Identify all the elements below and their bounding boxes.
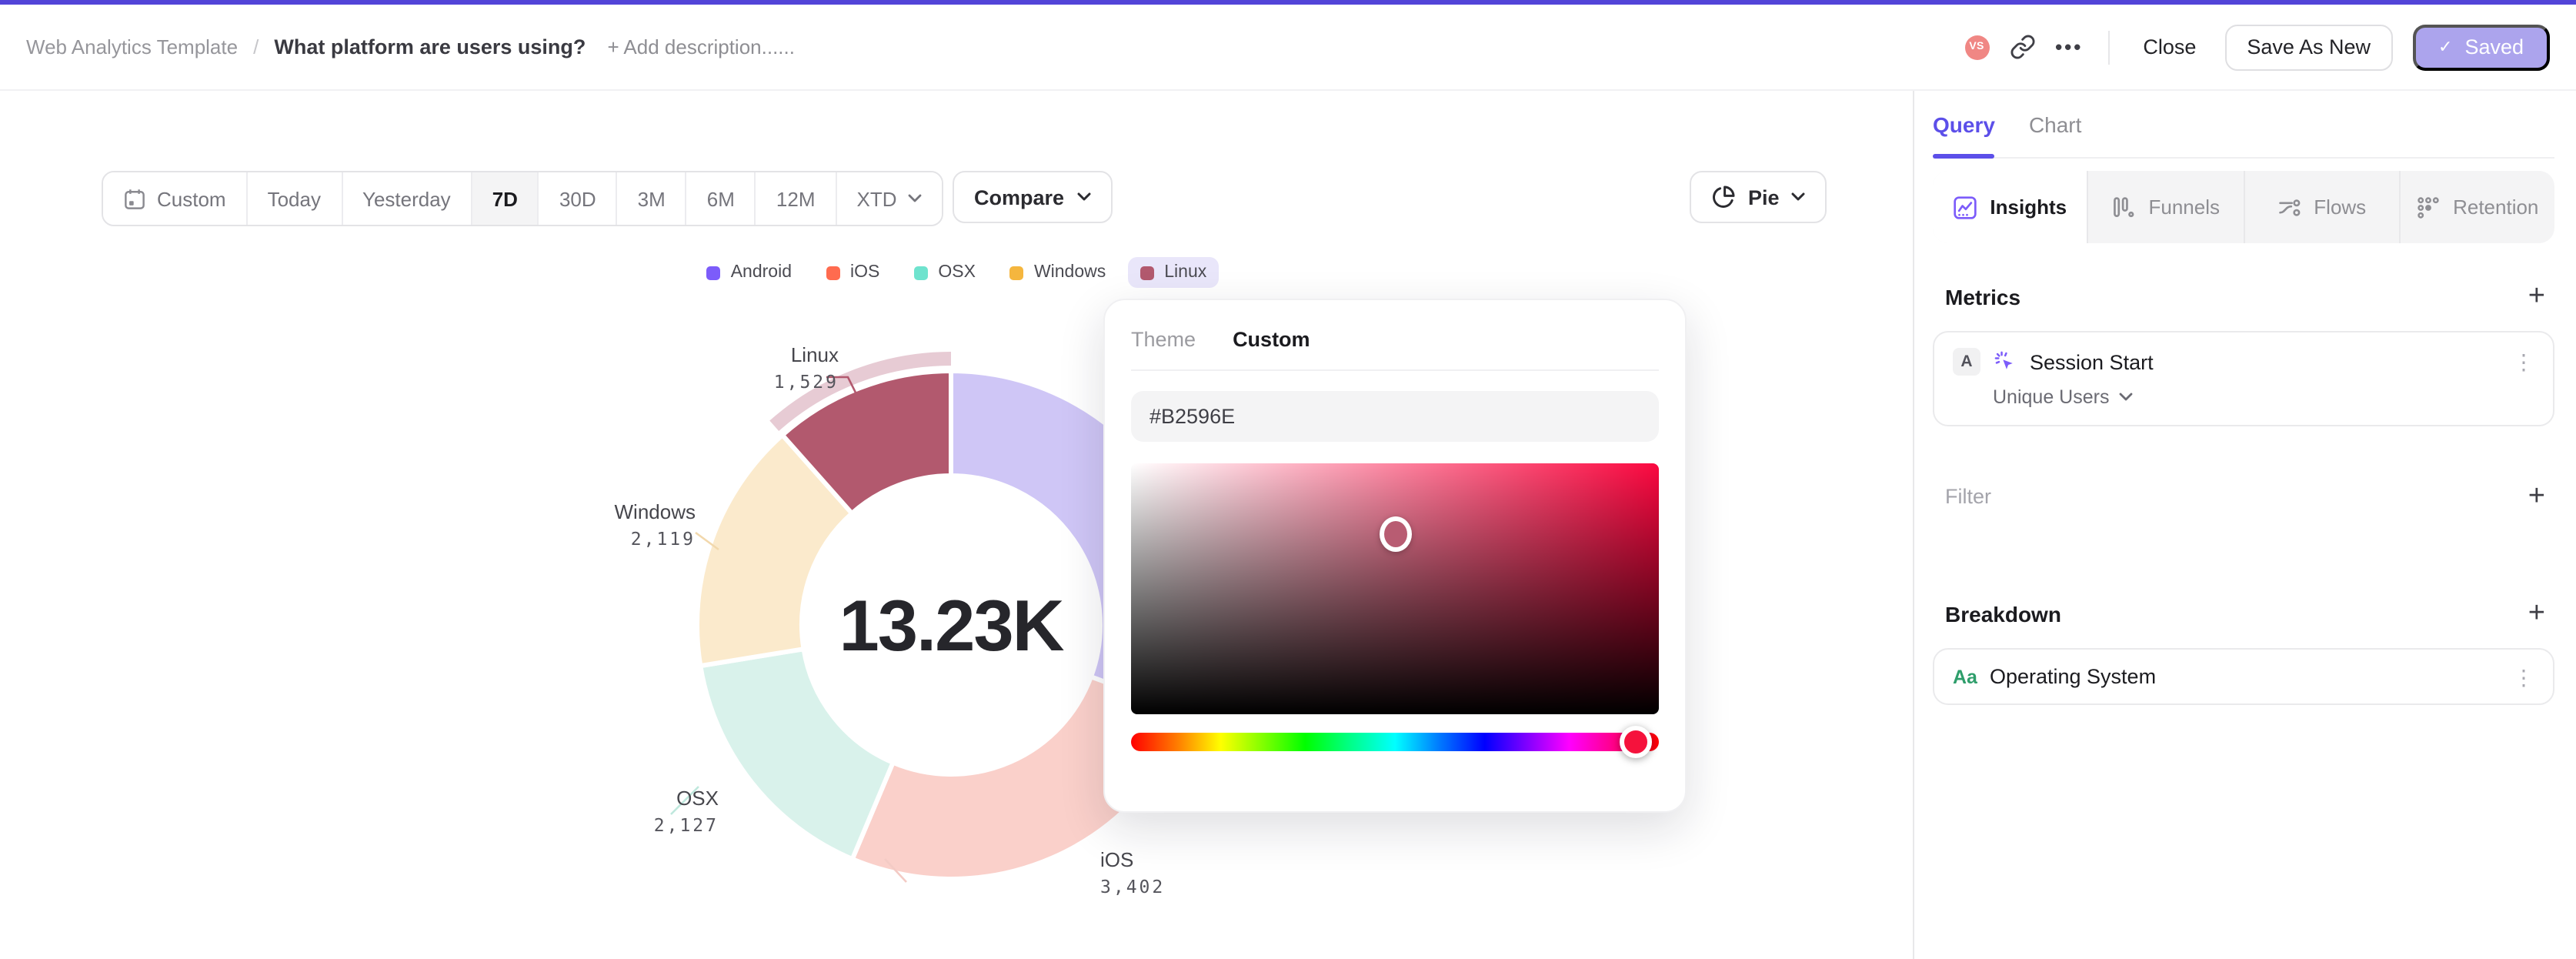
- slice-label-windows: Windows 2,119: [614, 500, 696, 550]
- string-property-icon: Aa: [1953, 666, 1977, 687]
- breakdown-heading: Breakdown: [1945, 601, 2061, 626]
- slice-label-ios: iOS 3,402: [1100, 848, 1166, 898]
- hue-slider[interactable]: [1131, 726, 1659, 758]
- metric-series-badge: A: [1953, 348, 1980, 376]
- aggregation-dropdown[interactable]: Unique Users: [1993, 386, 2534, 408]
- add-filter-button[interactable]: +: [2528, 482, 2545, 511]
- color-picker-popover: Theme Custom #B2596E: [1103, 299, 1687, 813]
- metric-card[interactable]: A Session Start ⋮ Unique Users: [1933, 331, 2554, 426]
- metric-label: Session Start: [2030, 350, 2154, 373]
- save-as-new-button[interactable]: Save As New: [2225, 24, 2392, 70]
- add-breakdown-button[interactable]: +: [2528, 599, 2545, 628]
- gradient-marker[interactable]: [1379, 516, 1411, 552]
- filter-section-header: Filter +: [1933, 482, 2554, 511]
- breadcrumb-separator: /: [253, 35, 259, 58]
- color-picker-tabs: Theme Custom: [1131, 328, 1659, 351]
- insights-icon: [1954, 195, 1977, 219]
- breakdown-menu-icon[interactable]: ⋮: [2513, 666, 2534, 687]
- funnels-icon: [2114, 196, 2134, 217]
- donut-slice-osx: [698, 647, 896, 862]
- saved-button[interactable]: ✓ Saved: [2412, 24, 2550, 70]
- donut-center-total: 13.23K: [839, 584, 1064, 666]
- mode-tab-retention[interactable]: Retention: [2398, 171, 2555, 243]
- mode-tab-funnels[interactable]: Funnels: [2087, 171, 2244, 243]
- add-metric-button[interactable]: +: [2528, 282, 2545, 311]
- check-icon: ✓: [2438, 38, 2453, 57]
- chevron-down-icon: [2119, 393, 2132, 401]
- hue-slider-thumb[interactable]: [1619, 726, 1652, 758]
- query-sidebar: Query Chart Insights Funnels Flows Reten…: [1913, 91, 2576, 959]
- header-divider: [2107, 30, 2110, 64]
- analysis-mode-tabs: Insights Funnels Flows Retention: [1933, 171, 2554, 243]
- close-button[interactable]: Close: [2134, 29, 2205, 65]
- metric-menu-icon[interactable]: ⋮: [2513, 351, 2534, 373]
- header: Web Analytics Template / What platform a…: [0, 5, 2576, 91]
- saved-button-label: Saved: [2464, 35, 2524, 58]
- chart-canvas: Custom Today Yesterday 7D 30D 3M 6M 12M …: [0, 91, 1913, 959]
- filter-heading: Filter: [1945, 485, 1991, 508]
- breakdown-label: Operating System: [1989, 665, 2157, 688]
- more-options-icon[interactable]: •••: [2055, 35, 2083, 58]
- picker-divider: [1131, 369, 1659, 371]
- saturation-gradient-area[interactable]: [1131, 463, 1659, 714]
- avatar[interactable]: VS: [1964, 35, 1990, 59]
- sidebar-tabs: Query Chart: [1933, 91, 2554, 159]
- mode-tab-flows[interactable]: Flows: [2243, 171, 2399, 243]
- slice-label-osx: OSX 2,127: [653, 787, 719, 837]
- slice-label-linux: Linux 1,529: [773, 343, 839, 393]
- tab-theme[interactable]: Theme: [1131, 328, 1196, 351]
- metrics-section-header: Metrics +: [1933, 282, 2554, 311]
- retention-icon: [2418, 196, 2439, 218]
- breadcrumb: Web Analytics Template / What platform a…: [26, 35, 795, 58]
- tab-chart[interactable]: Chart: [2029, 91, 2081, 157]
- breakdown-section-header: Breakdown +: [1933, 599, 2554, 628]
- tab-query[interactable]: Query: [1933, 91, 1996, 159]
- tab-custom[interactable]: Custom: [1233, 328, 1310, 351]
- add-description-button[interactable]: + Add description......: [607, 35, 795, 58]
- breakdown-card[interactable]: Aa Operating System ⋮: [1933, 648, 2554, 705]
- breadcrumb-root-link[interactable]: Web Analytics Template: [26, 35, 238, 58]
- share-link-icon[interactable]: [2009, 34, 2035, 60]
- metrics-heading: Metrics: [1945, 284, 2021, 309]
- page-title[interactable]: What platform are users using?: [274, 35, 586, 58]
- app-window: Web Analytics Template / What platform a…: [0, 0, 2576, 959]
- mode-tab-insights[interactable]: Insights: [1933, 171, 2087, 243]
- flows-icon: [2278, 199, 2300, 216]
- header-actions: VS ••• Close Save As New ✓ Saved: [1964, 24, 2550, 70]
- hex-color-input[interactable]: #B2596E: [1131, 391, 1659, 442]
- session-start-icon: [1994, 351, 2013, 369]
